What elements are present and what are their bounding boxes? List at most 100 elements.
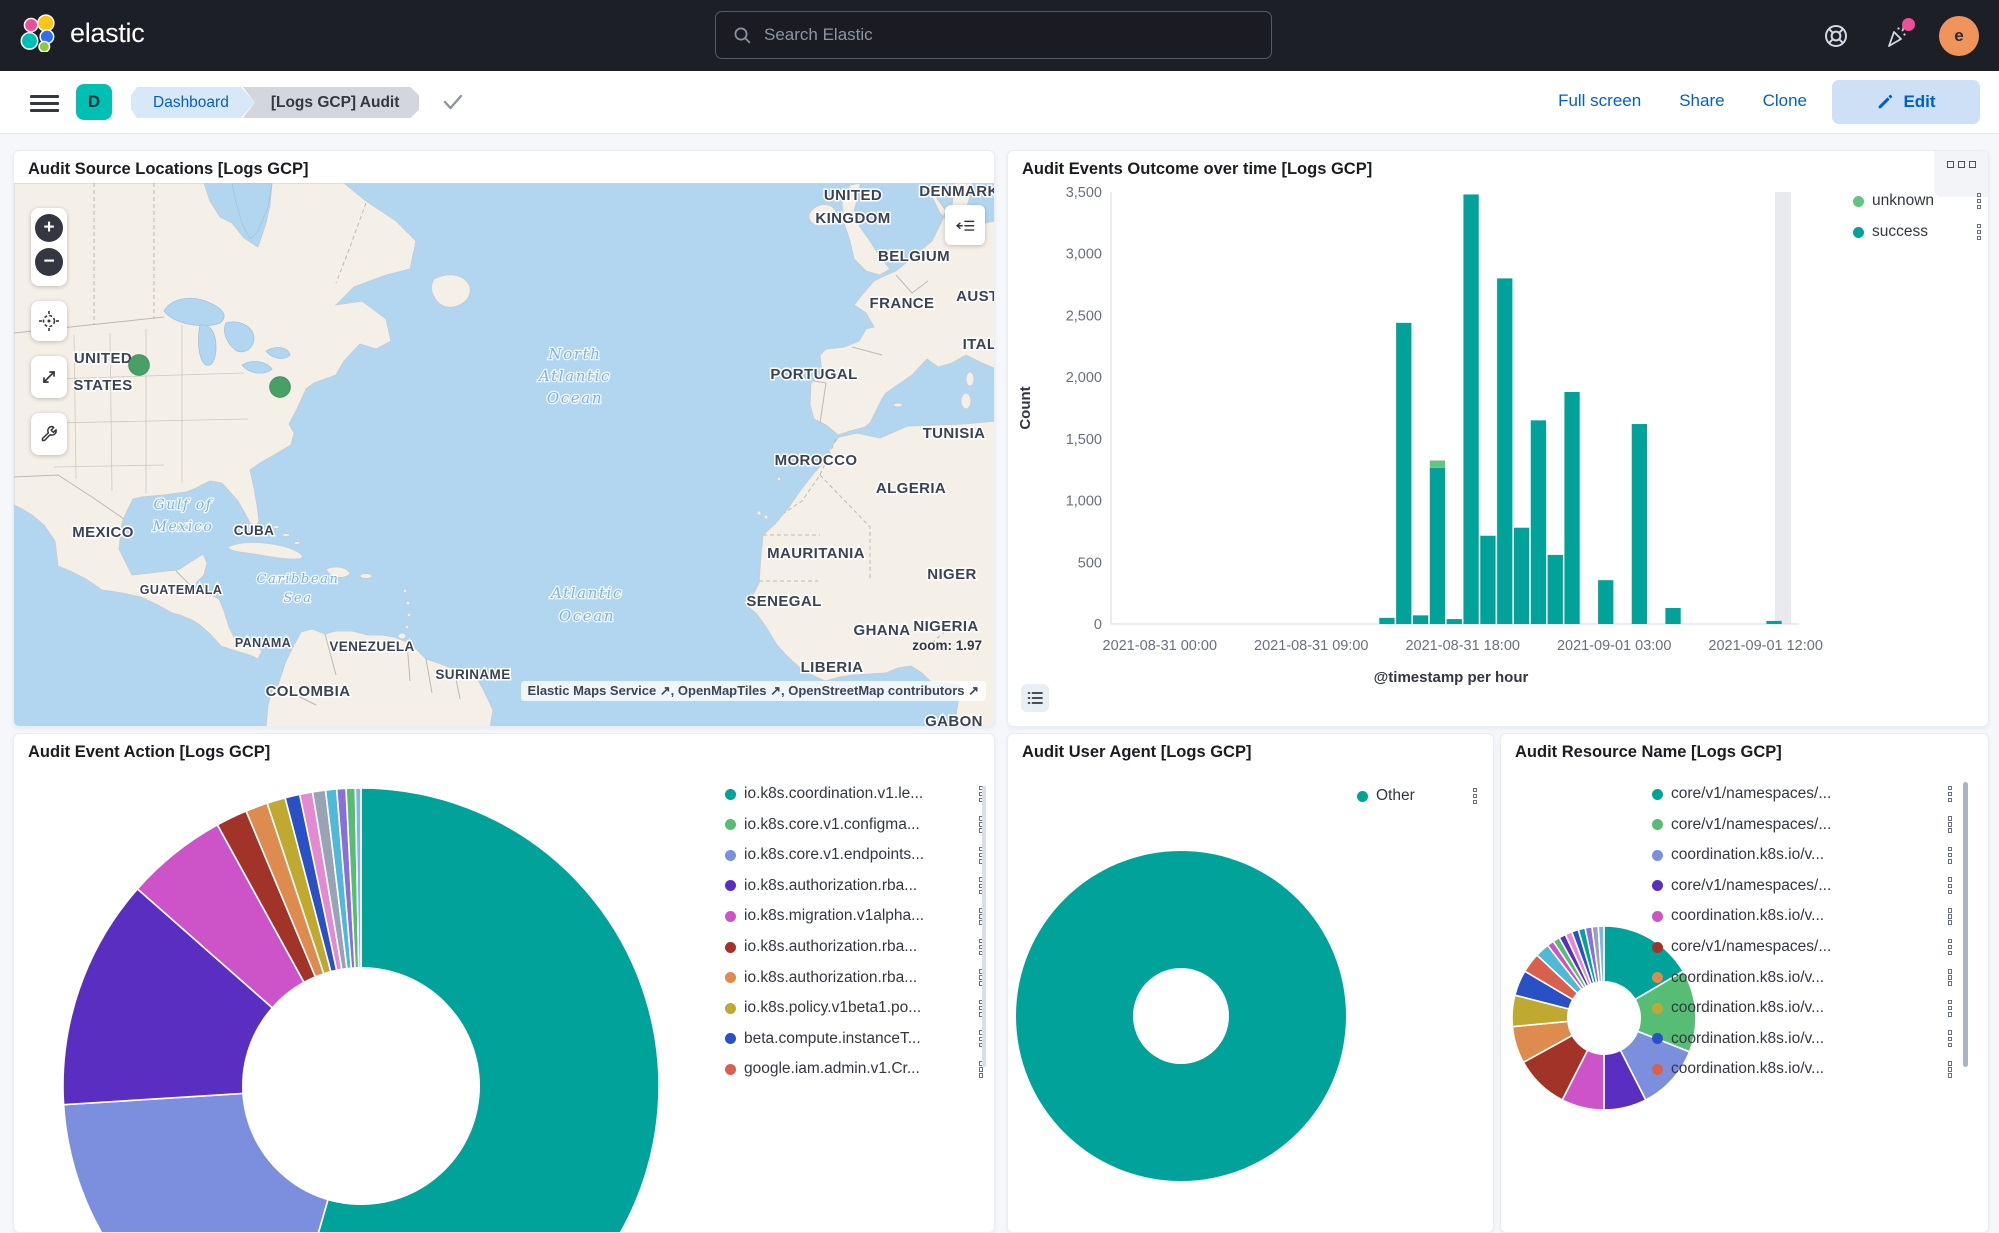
map-country-label: ALGERIA xyxy=(876,480,946,497)
legend-item[interactable]: core/v1/namespaces/... xyxy=(1652,936,1952,958)
map-country-label: AUSTR xyxy=(956,288,995,305)
map-country-label: GHANA xyxy=(854,622,911,639)
legend-item[interactable]: unknown xyxy=(1853,190,1981,212)
legend-item[interactable]: google.iam.admin.v1.Cr... xyxy=(725,1058,983,1080)
user-agent-donut-chart[interactable] xyxy=(1008,734,1494,1233)
map-country-label: COLOMBIA xyxy=(266,683,351,700)
legend-item[interactable]: beta.compute.instanceT... xyxy=(725,1028,983,1050)
map-country-label: PORTUGAL xyxy=(770,366,857,383)
elastic-logo[interactable]: elastic xyxy=(20,14,144,52)
fit-to-data-button[interactable] xyxy=(31,356,67,398)
legend-scrollbar[interactable] xyxy=(1963,782,1968,1067)
user-avatar[interactable]: e xyxy=(1939,16,1979,56)
legend-item[interactable]: core/v1/namespaces/... xyxy=(1652,875,1952,897)
legend-item[interactable]: coordination.k8s.io/v... xyxy=(1652,1028,1952,1050)
map-canvas[interactable]: UNITEDSTATESMEXICOGUATEMALACUBAPANAMACOL… xyxy=(14,183,995,727)
map-country-label: MOROCCO xyxy=(775,452,858,469)
legend-label: core/v1/namespaces/... xyxy=(1671,877,1940,895)
search-input[interactable]: Search Elastic xyxy=(715,11,1272,59)
legend-options-icon[interactable] xyxy=(1948,785,1953,803)
legend-label: io.k8s.core.v1.endpoints... xyxy=(744,846,971,864)
share-button[interactable]: Share xyxy=(1679,91,1724,111)
full-screen-button[interactable]: Full screen xyxy=(1558,91,1641,111)
legend-options-icon[interactable] xyxy=(1948,1060,1953,1078)
legend-item[interactable]: io.k8s.coordination.v1.le... xyxy=(725,783,983,805)
menu-icon[interactable] xyxy=(30,95,59,112)
map-cluster-point[interactable] xyxy=(270,377,291,398)
legend-options-icon[interactable] xyxy=(1948,999,1953,1017)
legend-options-icon[interactable] xyxy=(1948,968,1953,986)
collapse-layers-icon xyxy=(945,205,985,245)
legend-item[interactable]: io.k8s.authorization.rba... xyxy=(725,967,983,989)
panel-audit-resource-name: Audit Resource Name [Logs GCP] core/v1/n… xyxy=(1500,733,1989,1233)
map-cluster-point[interactable] xyxy=(129,355,150,376)
toolbar: D Dashboard [Logs GCP] Audit Full screen… xyxy=(0,71,1999,134)
legend-item[interactable]: success xyxy=(1853,221,1981,243)
map-country-label: TUNISIA xyxy=(923,425,986,442)
legend-options-icon[interactable] xyxy=(1977,192,1982,210)
outcome-bar-chart[interactable]: 05001,0001,5002,0002,5003,0003,5002021-0… xyxy=(1008,151,1989,727)
legend-item[interactable]: core/v1/namespaces/... xyxy=(1652,783,1952,805)
legend-options-icon[interactable] xyxy=(1948,907,1953,925)
clone-button[interactable]: Clone xyxy=(1763,91,1807,111)
whats-new-icon[interactable] xyxy=(1879,19,1913,53)
legend-label: io.k8s.authorization.rba... xyxy=(744,938,971,956)
legend-item[interactable]: io.k8s.policy.v1beta1.po... xyxy=(725,997,983,1019)
set-view-button[interactable] xyxy=(31,301,67,341)
zoom-in-button[interactable]: + xyxy=(35,214,63,242)
legend-item[interactable]: core/v1/namespaces/... xyxy=(1652,814,1952,836)
svg-text:Count: Count xyxy=(1017,386,1034,429)
map-country-label: NIGER xyxy=(927,566,977,583)
legend-options-icon[interactable] xyxy=(1948,815,1953,833)
legend-toggle-button[interactable] xyxy=(1021,684,1049,712)
legend-item[interactable]: coordination.k8s.io/v... xyxy=(1652,967,1952,989)
legend-color-dot xyxy=(725,911,736,922)
svg-text:500: 500 xyxy=(1078,555,1102,571)
legend-item[interactable]: Other xyxy=(1357,785,1477,807)
space-avatar[interactable]: D xyxy=(76,84,112,120)
legend-item[interactable]: coordination.k8s.io/v... xyxy=(1652,1058,1952,1080)
legend-label: google.iam.admin.v1.Cr... xyxy=(744,1060,971,1078)
svg-text:2,000: 2,000 xyxy=(1066,370,1102,386)
legend-options-icon[interactable] xyxy=(1473,787,1478,805)
map-country-label: CUBA xyxy=(234,523,275,538)
legend-color-dot xyxy=(1652,819,1663,830)
help-icon[interactable] xyxy=(1819,19,1853,53)
svg-text:@timestamp per hour: @timestamp per hour xyxy=(1374,669,1529,686)
legend-item[interactable]: coordination.k8s.io/v... xyxy=(1652,997,1952,1019)
zoom-out-button[interactable]: − xyxy=(35,248,63,276)
breadcrumb-current[interactable]: [Logs GCP] Audit xyxy=(243,87,420,118)
legend-color-dot xyxy=(725,789,736,800)
legend-scrollbar[interactable] xyxy=(982,786,986,1067)
legend-options-icon[interactable] xyxy=(1948,846,1953,864)
map-ocean-label: Mexico xyxy=(152,519,214,535)
legend-item[interactable]: io.k8s.migration.v1alpha... xyxy=(725,905,983,927)
svg-text:2021-08-31 00:00: 2021-08-31 00:00 xyxy=(1103,638,1218,654)
edit-button[interactable]: Edit xyxy=(1832,80,1980,124)
map-zoom-level: zoom: 1.97 xyxy=(912,638,982,653)
legend-color-dot xyxy=(1652,911,1663,922)
svg-text:3,500: 3,500 xyxy=(1066,185,1102,201)
legend-item[interactable]: io.k8s.authorization.rba... xyxy=(725,936,983,958)
map-country-label: UNITED xyxy=(824,187,882,204)
map-attribution[interactable]: Elastic Maps Service ↗, OpenMapTiles ↗, … xyxy=(521,681,986,701)
legend-item[interactable]: io.k8s.core.v1.endpoints... xyxy=(725,844,983,866)
dashboard-grid: Audit Source Locations [Logs GCP] xyxy=(0,134,1999,1066)
legend-item[interactable]: coordination.k8s.io/v... xyxy=(1652,905,1952,927)
legend-options-icon[interactable] xyxy=(1948,877,1953,895)
legend-options-icon[interactable] xyxy=(1977,223,1982,241)
legend-item[interactable]: io.k8s.core.v1.configma... xyxy=(725,814,983,836)
legend-item[interactable]: coordination.k8s.io/v... xyxy=(1652,844,1952,866)
panel-audit-events-outcome: 05001,0001,5002,0002,5003,0003,5002021-0… xyxy=(1007,150,1989,727)
legend-options-icon[interactable] xyxy=(1948,938,1953,956)
legend-item[interactable]: io.k8s.authorization.rba... xyxy=(725,875,983,897)
legend-color-dot xyxy=(1652,972,1663,983)
map-tools-button[interactable] xyxy=(31,413,67,455)
legend-label: unknown xyxy=(1872,192,1969,210)
breadcrumb-dashboard[interactable]: Dashboard xyxy=(131,87,255,118)
legend-options-icon[interactable] xyxy=(1948,1030,1953,1048)
legend-label: io.k8s.authorization.rba... xyxy=(744,877,971,895)
collapse-layers-button[interactable] xyxy=(945,205,985,245)
legend-color-dot xyxy=(725,1033,736,1044)
legend-label: io.k8s.core.v1.configma... xyxy=(744,816,971,834)
